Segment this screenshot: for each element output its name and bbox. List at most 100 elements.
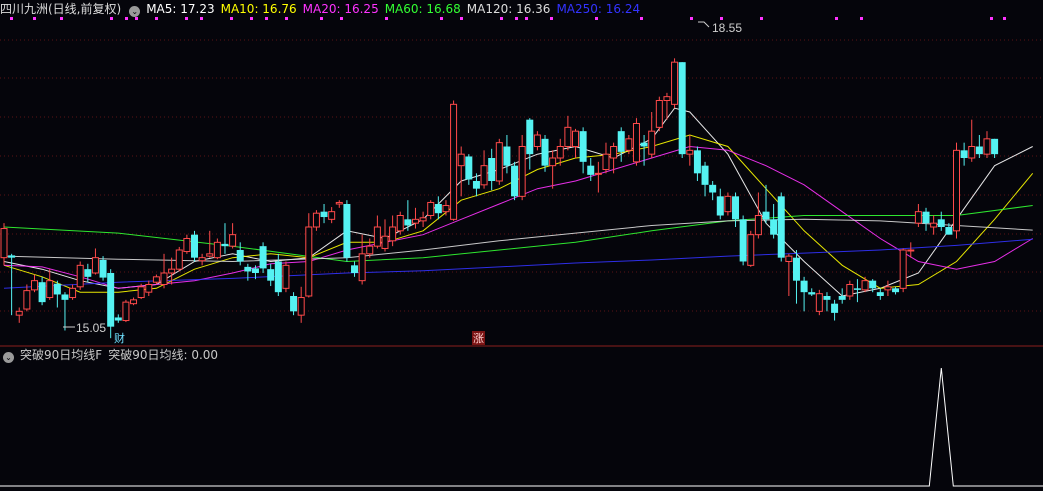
candle-body	[328, 211, 336, 220]
ma120-label: MA120: 16.36	[466, 2, 551, 16]
sub-indicator-panel	[0, 367, 1043, 487]
candle	[792, 250, 800, 304]
low-price-label: 15.05	[76, 321, 106, 335]
candle	[572, 128, 579, 158]
candle	[732, 192, 740, 227]
candle	[122, 299, 130, 323]
candle-body	[160, 272, 168, 285]
chevron-down-icon[interactable]: ⌄	[3, 352, 14, 363]
price-annotations: 18.55 15.05 财 涨	[63, 21, 742, 345]
candle-body	[732, 196, 740, 220]
candle	[267, 263, 275, 287]
signal-dot	[760, 17, 763, 20]
candle	[297, 286, 305, 323]
ma5-label: MA5: 17.23	[146, 2, 215, 16]
candle	[427, 200, 435, 220]
candle	[480, 150, 488, 189]
candle-body	[381, 235, 389, 249]
candle-body	[107, 273, 115, 327]
candle-body	[457, 153, 465, 167]
candle-body	[739, 219, 747, 262]
candle	[686, 135, 694, 166]
candle-body	[46, 280, 54, 299]
candle-body	[617, 131, 625, 152]
candle-body	[869, 280, 877, 289]
candle	[632, 118, 640, 166]
candle-body	[724, 195, 732, 213]
candle-body	[838, 296, 846, 300]
candle-body	[922, 211, 930, 224]
ma-line-ma5	[3, 107, 1033, 297]
candle-body	[564, 126, 572, 148]
candle-body	[800, 280, 808, 293]
candle-body	[648, 130, 656, 155]
candle	[747, 230, 755, 267]
candle	[762, 184, 770, 224]
candle-body	[251, 268, 259, 273]
candle	[46, 269, 54, 300]
candle-body	[335, 201, 343, 205]
candle	[305, 213, 313, 298]
candle	[411, 207, 419, 229]
indicator-name: 突破90日均线F	[20, 348, 103, 362]
high-price-label: 18.55	[712, 21, 742, 35]
chart-title: 四川九洲(日线,前复权)	[0, 2, 122, 16]
candle-body	[945, 227, 953, 235]
candle-body	[38, 282, 46, 303]
stock-chart[interactable]: 18.55 15.05 财 涨	[0, 0, 1043, 491]
candle-body	[480, 165, 488, 186]
indicator-value: 突破90日均线: 0.00	[108, 348, 219, 362]
candle	[130, 297, 138, 306]
candle-body	[53, 283, 61, 295]
ma-line-ma60	[3, 205, 1033, 263]
candle-body	[716, 196, 724, 216]
ma250-label: MA250: 16.24	[556, 2, 641, 16]
candle-body	[465, 156, 473, 180]
candle-body	[30, 280, 38, 291]
candle	[701, 161, 709, 197]
candle	[953, 142, 960, 239]
candle	[221, 223, 229, 254]
candle	[442, 200, 450, 216]
candlesticks[interactable]	[0, 58, 999, 339]
candle	[648, 112, 656, 158]
signal-dot	[720, 17, 723, 20]
candle-body	[602, 153, 610, 171]
candle	[518, 135, 526, 201]
candle-body	[549, 157, 557, 167]
candle-body	[930, 222, 938, 228]
candle-body	[236, 250, 244, 262]
candle-body	[792, 257, 800, 281]
candle-body	[914, 211, 922, 224]
candle-body	[975, 146, 983, 155]
candle	[145, 280, 153, 296]
candle	[343, 200, 351, 262]
candle-body	[823, 296, 831, 300]
candle	[884, 280, 892, 296]
chevron-down-icon[interactable]: ⌄	[129, 6, 141, 17]
candle-body	[23, 290, 31, 310]
candle-body	[8, 255, 16, 258]
moving-average-lines	[3, 107, 1034, 297]
candle	[15, 307, 23, 323]
candle	[450, 100, 458, 221]
candle-body	[69, 287, 77, 299]
candle-body	[15, 310, 23, 316]
candle-body	[960, 150, 968, 158]
candle-body	[427, 201, 435, 216]
candle-body	[396, 215, 404, 232]
candle	[739, 215, 747, 266]
candle	[876, 288, 884, 300]
candle	[777, 192, 785, 262]
candle-body	[389, 226, 397, 242]
candle	[549, 150, 557, 189]
candle	[381, 219, 389, 252]
candle	[511, 161, 519, 201]
candle	[930, 215, 938, 235]
zhang-marker: 涨	[473, 332, 484, 345]
candle-body	[99, 259, 107, 278]
candle-body	[983, 138, 991, 155]
candle-body	[777, 196, 785, 258]
candle	[709, 181, 717, 201]
candle-body	[511, 165, 519, 197]
